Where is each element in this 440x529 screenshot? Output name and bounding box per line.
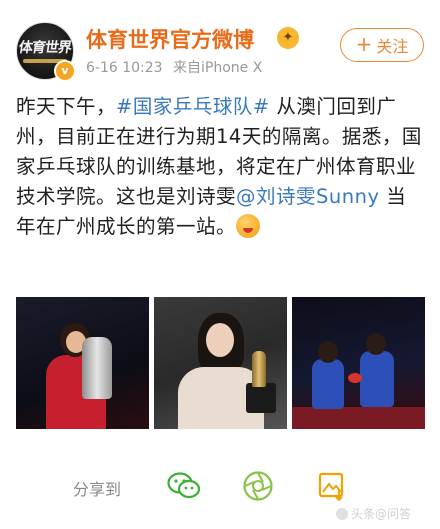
follow-label: 关注 (376, 37, 409, 56)
mention-link[interactable]: @刘诗雯Sunny (236, 185, 380, 208)
post-text: 昨天下午，#国家乒乓球队# 从澳门回到广州，目前正在进行为期14天的隔离。据悉，… (16, 92, 426, 242)
post-time: 6-16 10:23 (86, 60, 163, 76)
trophy-shape (82, 337, 112, 399)
vip-badge-icon: ✦ (277, 27, 299, 49)
photo-thumbnail[interactable] (154, 297, 287, 429)
trophy-shape (252, 351, 266, 387)
album-icon[interactable] (314, 468, 350, 504)
plus-icon: + (355, 32, 373, 56)
follow-button[interactable]: + 关注 (340, 28, 424, 62)
paddle-shape (348, 373, 362, 383)
photo-figure (360, 351, 394, 407)
post-header: 体育世界 v 体育世界官方微博 ✦ 6-16 10:23 来自iPhone X … (0, 0, 440, 90)
photo-figure (318, 341, 338, 363)
wechat-icon[interactable] (166, 468, 202, 504)
text-segment: 昨天下午， (16, 95, 117, 118)
watermark: 头条@问答 (336, 505, 411, 522)
photo-thumbnail[interactable] (292, 297, 425, 429)
watermark-text: 头条@问答 (351, 507, 412, 521)
photo-floor (292, 407, 425, 429)
photo-figure (366, 333, 386, 355)
plaque-shape (246, 383, 276, 413)
hashtag-link[interactable]: #国家乒乓球队# (116, 95, 270, 118)
moments-icon[interactable] (240, 468, 276, 504)
post-source: 来自iPhone X (173, 60, 263, 76)
photo-thumbnail[interactable] (16, 297, 149, 429)
share-label: 分享到 (73, 480, 122, 499)
verified-icon: v (54, 60, 76, 82)
photo-figure (206, 323, 234, 357)
photo-figure (312, 359, 344, 409)
avatar-logo-text: 体育世界 (17, 40, 72, 56)
drool-emoji-icon (236, 214, 261, 238)
watermark-icon (336, 508, 348, 520)
photo-grid (16, 297, 426, 429)
account-name[interactable]: 体育世界官方微博 (86, 24, 254, 54)
post-meta: 6-16 10:23 来自iPhone X (86, 57, 262, 77)
